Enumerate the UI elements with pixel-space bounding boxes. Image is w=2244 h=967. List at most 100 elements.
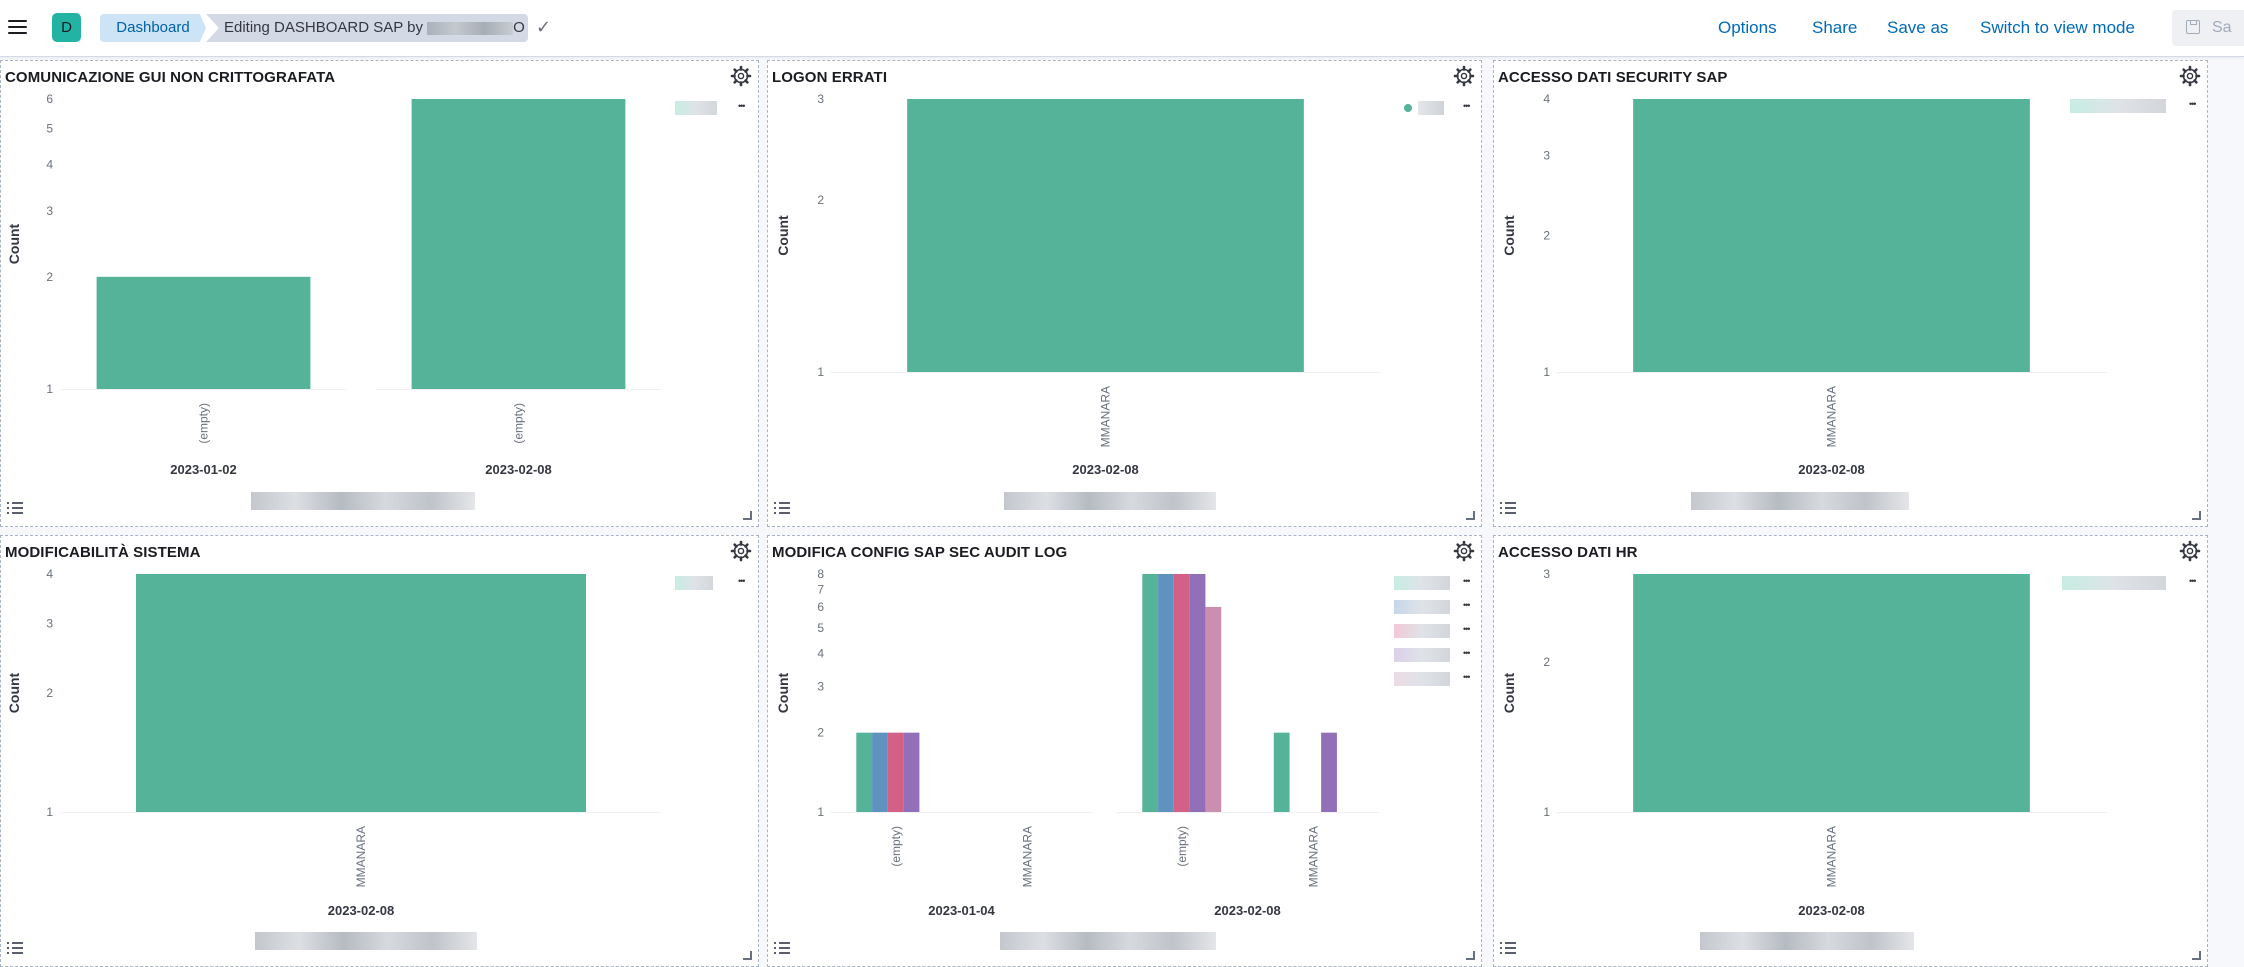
y-tick-label: 2 xyxy=(817,193,824,207)
panel-title: MODIFICABILITÀ SISTEMA xyxy=(5,544,201,561)
resize-handle-icon[interactable] xyxy=(743,951,752,960)
redacted-legend-item[interactable] xyxy=(1394,648,1450,662)
gear-icon[interactable] xyxy=(2179,65,2201,87)
legend-toggle-icon[interactable] xyxy=(774,502,790,514)
redacted-split-label xyxy=(251,492,475,510)
breadcrumb-current-text: Editing DASHBOARD SAP by xyxy=(224,19,423,36)
resize-handle-icon[interactable] xyxy=(2192,511,2201,520)
redacted-legend-item[interactable] xyxy=(2062,576,2166,590)
x-tick-label: (empty) xyxy=(512,403,526,444)
redacted-legend-item[interactable] xyxy=(1394,576,1450,590)
bar-chart: Count 1 2 3 4 5 6 (empty) 2023-01-02 (empty) 2023-… xyxy=(6,92,661,477)
checkmark-icon[interactable]: ✓ xyxy=(536,16,558,38)
y-tick-label: 2 xyxy=(817,726,824,740)
switch-to-view-mode-link[interactable]: Switch to view mode xyxy=(1980,16,2135,40)
legend-item-menu-icon[interactable] xyxy=(1463,576,1472,595)
legend-toggle-icon[interactable] xyxy=(1500,942,1516,954)
legend-item-menu-icon[interactable] xyxy=(738,576,747,595)
redacted-legend-item[interactable] xyxy=(1394,672,1450,686)
legend-toggle-icon[interactable] xyxy=(774,942,790,954)
save-button[interactable]: Sa xyxy=(2172,10,2244,46)
legend-item-menu-icon[interactable] xyxy=(2189,99,2198,118)
redacted-legend-item[interactable] xyxy=(1418,101,1444,115)
y-tick-label: 8 xyxy=(817,567,824,581)
bar xyxy=(1142,574,1159,812)
y-tick-label: 5 xyxy=(46,122,53,136)
y-tick-label: 2 xyxy=(46,686,53,700)
y-tick-label: 7 xyxy=(817,582,824,596)
redacted-split-label xyxy=(1000,932,1216,950)
legend-toggle-icon[interactable] xyxy=(1500,502,1516,514)
y-tick-label: 2 xyxy=(46,270,53,284)
bar xyxy=(136,574,586,812)
redacted-username xyxy=(427,21,514,35)
legend-item-menu-icon[interactable] xyxy=(1463,101,1472,120)
bar-chart: Count 1 2 3 4 5 6 78 (empty) MMANARA 2023-01-04 (em… xyxy=(775,567,1379,918)
breadcrumb-current-suffix: O xyxy=(513,19,525,36)
gear-icon[interactable] xyxy=(2179,540,2201,562)
legend-item-menu-icon[interactable] xyxy=(2189,576,2198,595)
bar-chart: Count 1 2 3 4 MMANARA 2023-02-08 xyxy=(1501,92,2107,477)
bar xyxy=(1158,574,1174,812)
facet-label: 2023-01-02 xyxy=(170,462,237,477)
bar xyxy=(1633,99,2030,372)
legend-item-menu-icon[interactable] xyxy=(1463,624,1472,643)
redacted-legend-item[interactable] xyxy=(675,576,713,590)
bar xyxy=(1205,606,1222,812)
legend-item-menu-icon[interactable] xyxy=(1463,672,1472,691)
y-tick-label: 2 xyxy=(1543,229,1550,243)
bar xyxy=(1273,732,1290,812)
options-link[interactable]: Options xyxy=(1718,16,1777,40)
resize-handle-icon[interactable] xyxy=(1466,511,1475,520)
redacted-legend-item[interactable] xyxy=(1394,624,1450,638)
gear-icon[interactable] xyxy=(1453,65,1475,87)
bar xyxy=(411,99,626,389)
legend-toggle-icon[interactable] xyxy=(7,502,23,514)
legend-item-menu-icon[interactable] xyxy=(1463,648,1472,667)
bar xyxy=(1633,574,2030,812)
x-tick-label: (empty) xyxy=(889,826,903,867)
top-navigation-bar: D Dashboard Editing DASHBOARD SAP by O ✓… xyxy=(0,0,2244,57)
resize-handle-icon[interactable] xyxy=(743,511,752,520)
bar xyxy=(856,732,873,812)
y-tick-label: 1 xyxy=(46,382,53,396)
facet-label: 2023-01-04 xyxy=(928,903,995,918)
x-tick-label: MMANARA xyxy=(354,826,368,887)
y-tick-label: 1 xyxy=(817,365,824,379)
y-tick-label: 6 xyxy=(817,600,824,614)
bar xyxy=(907,99,1304,372)
redacted-legend-item[interactable] xyxy=(2070,99,2166,113)
redacted-legend-item[interactable] xyxy=(675,101,717,115)
legend-item-menu-icon[interactable] xyxy=(738,101,747,120)
bar xyxy=(1189,574,1206,812)
panel-title: MODIFICA CONFIG SAP SEC AUDIT LOG xyxy=(772,544,1068,561)
gear-icon[interactable] xyxy=(730,65,752,87)
y-tick-label: 6 xyxy=(46,92,53,106)
save-as-link[interactable]: Save as xyxy=(1887,16,1948,40)
gear-icon[interactable] xyxy=(730,540,752,562)
panel-accesso-dati-hr: Count 1 2 3 MMANARA 2023-02-08 ACCESSO DATI HR xyxy=(1493,535,2208,967)
share-link[interactable]: Share xyxy=(1812,16,1857,40)
resize-handle-icon[interactable] xyxy=(1466,951,1475,960)
resize-handle-icon[interactable] xyxy=(2192,951,2201,960)
bar xyxy=(1173,574,1190,812)
y-axis-label: Count xyxy=(1501,672,1517,713)
legend-item-menu-icon[interactable] xyxy=(1463,600,1472,619)
y-tick-label: 3 xyxy=(817,679,824,693)
y-tick-label: 4 xyxy=(46,567,53,581)
redacted-legend-item[interactable] xyxy=(1394,600,1450,614)
y-tick-label: 2 xyxy=(1543,655,1550,669)
facet-label: 2023-02-08 xyxy=(328,903,395,918)
bar xyxy=(1321,732,1337,812)
legend-toggle-icon[interactable] xyxy=(7,942,23,954)
menu-icon[interactable] xyxy=(6,16,30,40)
y-axis-label: Count xyxy=(775,672,791,713)
space-avatar[interactable]: D xyxy=(52,13,81,42)
y-axis-label: Count xyxy=(775,215,791,256)
legend-dot-icon xyxy=(1404,104,1412,112)
y-tick-label: 1 xyxy=(1543,365,1550,379)
gear-icon[interactable] xyxy=(1453,540,1475,562)
panel-title: COMUNICAZIONE GUI NON CRITTOGRAFATA xyxy=(5,69,336,86)
y-tick-label: 1 xyxy=(817,805,824,819)
breadcrumb-dashboard[interactable]: Dashboard xyxy=(100,14,206,42)
